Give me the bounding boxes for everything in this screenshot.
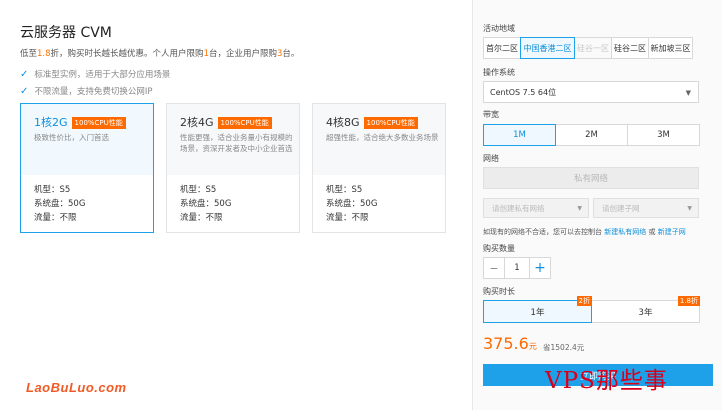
vpc-placeholder: 请创建私有网络 bbox=[492, 203, 545, 213]
network-note: 如现有的网络不合适，您可以去控制台 新建私有网络 或 新建子网 bbox=[483, 227, 686, 237]
duration-3-year[interactable]: 3年 1.8折 bbox=[591, 296, 700, 323]
card-header: 2核4G 100%CPU性能 性能更强，适合业务量小有规模的场景，资深开发者及中小… bbox=[167, 104, 299, 175]
bandwidth-2m[interactable]: 2M bbox=[555, 124, 628, 146]
spec-model: 机型：S5 bbox=[326, 185, 363, 195]
os-value: CentOS 7.5 64位 bbox=[490, 87, 557, 97]
network-note-text: 如现有的网络不合适，您可以去控制台 bbox=[483, 228, 602, 236]
feature-text: 不限流量，支持免费切换公网IP bbox=[34, 87, 153, 97]
increment-button[interactable]: + bbox=[529, 257, 551, 279]
watermark-vps: VPS那些事 bbox=[545, 368, 668, 394]
os-select[interactable]: CentOS 7.5 64位 ▼ bbox=[483, 81, 699, 103]
network-label: 网络 bbox=[483, 154, 499, 163]
spec-traffic: 流量：不限 bbox=[34, 213, 77, 223]
cpu-badge: 100%CPU性能 bbox=[217, 117, 272, 129]
quantity-label: 购买数量 bbox=[483, 244, 515, 253]
product-panel: 云服务器 CVM 低至1.8折，购买时长越长越优惠。个人用户限购1台，企业用户限… bbox=[0, 0, 472, 410]
region-singapore-3[interactable]: 新加坡三区 bbox=[648, 37, 693, 59]
intro-suffix: 台。 bbox=[282, 49, 300, 59]
decrement-button[interactable]: − bbox=[483, 257, 505, 279]
plan-card-1c2g[interactable]: 1核2G 100%CPU性能 极致性价比，入门首选 机型：S5 系统盘：50G 流… bbox=[20, 103, 154, 233]
cpu-badge: 100%CPU性能 bbox=[71, 117, 126, 129]
caret-down-icon: ▼ bbox=[685, 89, 691, 97]
quantity-input[interactable]: 1 bbox=[504, 257, 530, 279]
card-header: 4核8G 100%CPU性能 超强性能，适合绝大多数业务场景 bbox=[313, 104, 445, 175]
plan-name: 2核4G 100%CPU性能 bbox=[180, 114, 272, 130]
quantity-stepper: − 1 + bbox=[483, 257, 551, 279]
discount-tag: 2折 bbox=[576, 296, 592, 306]
promo-intro: 低至1.8折，购买时长越长越优惠。个人用户限购1台，企业用户限购3台。 bbox=[20, 47, 299, 59]
intro-mid: 折，购买时长越长越优惠。个人用户限购 bbox=[50, 49, 204, 59]
network-note-or: 或 bbox=[648, 228, 656, 236]
caret-down-icon: ▼ bbox=[577, 205, 582, 212]
plan-description: 超强性能，适合绝大多数业务场景 bbox=[326, 133, 439, 142]
spec-traffic: 流量：不限 bbox=[326, 213, 369, 223]
bandwidth-selector: 1M 2M 3M bbox=[483, 124, 700, 146]
check-icon: ✓ bbox=[20, 86, 29, 97]
region-seoul-2[interactable]: 首尔二区 bbox=[483, 37, 521, 59]
create-subnet-link[interactable]: 新建子网 bbox=[658, 228, 686, 236]
duration-label: 购买时长 bbox=[483, 287, 515, 296]
feature-item: ✓ 标准型实例，适用于大部分应用场景 bbox=[20, 68, 170, 80]
discount-tag: 1.8折 bbox=[677, 296, 700, 306]
intro-prefix: 低至 bbox=[20, 49, 38, 59]
spec-disk: 系统盘：50G bbox=[34, 199, 86, 209]
plan-name-text: 1核2G bbox=[34, 116, 68, 129]
spec-model: 机型：S5 bbox=[180, 185, 217, 195]
price: 375.6元 bbox=[483, 334, 537, 353]
subnet-placeholder: 请创建子网 bbox=[602, 203, 640, 213]
spec-model: 机型：S5 bbox=[34, 185, 71, 195]
feature-item: ✓ 不限流量，支持免费切换公网IP bbox=[20, 85, 153, 97]
plan-description: 性能更强，适合业务量小有规模的场景，资深开发者及中小企业首选 bbox=[180, 133, 293, 153]
watermark-laobuluo: LaoBuLuo.com bbox=[26, 380, 127, 395]
bandwidth-1m[interactable]: 1M bbox=[483, 124, 556, 146]
plan-name: 1核2G 100%CPU性能 bbox=[34, 114, 126, 130]
region-selector: 首尔二区 中国香港二区 硅谷一区 硅谷二区 新加坡三区 bbox=[483, 37, 693, 59]
spec-traffic: 流量：不限 bbox=[180, 213, 223, 223]
feature-text: 标准型实例，适用于大部分应用场景 bbox=[34, 70, 171, 80]
duration-selector: 1年 2折 3年 1.8折 bbox=[483, 296, 700, 323]
vpc-button: 私有网络 bbox=[483, 167, 699, 189]
vpc-select: 请创建私有网络 ▼ bbox=[483, 198, 589, 218]
cpu-badge: 100%CPU性能 bbox=[363, 117, 418, 129]
region-label: 活动地域 bbox=[483, 24, 515, 33]
plan-card-2c4g[interactable]: 2核4G 100%CPU性能 性能更强，适合业务量小有规模的场景，资深开发者及中小… bbox=[166, 103, 300, 233]
plan-name-text: 4核8G bbox=[326, 116, 360, 129]
card-header: 1核2G 100%CPU性能 极致性价比，入门首选 bbox=[21, 104, 153, 175]
bandwidth-label: 带宽 bbox=[483, 110, 499, 119]
intro-mid2: 台，企业用户限购 bbox=[208, 49, 277, 59]
duration-text: 3年 bbox=[638, 307, 653, 318]
caret-down-icon: ▼ bbox=[687, 205, 692, 212]
price-value: 375.6 bbox=[483, 334, 529, 353]
region-siliconvalley-2[interactable]: 硅谷二区 bbox=[611, 37, 649, 59]
price-unit: 元 bbox=[528, 342, 537, 351]
plan-name-text: 2核4G bbox=[180, 116, 214, 129]
plan-card-4c8g[interactable]: 4核8G 100%CPU性能 超强性能，适合绝大多数业务场景 机型：S5 系统盘：… bbox=[312, 103, 446, 233]
duration-text: 1年 bbox=[530, 307, 545, 318]
page-title: 云服务器 CVM bbox=[20, 25, 112, 41]
os-label: 操作系统 bbox=[483, 68, 515, 77]
plan-description: 极致性价比，入门首选 bbox=[34, 133, 109, 142]
savings-text: 省1502.4元 bbox=[543, 343, 585, 352]
intro-discount: 1.8 bbox=[37, 49, 51, 59]
duration-1-year[interactable]: 1年 2折 bbox=[483, 296, 592, 323]
check-icon: ✓ bbox=[20, 69, 29, 80]
region-siliconvalley-1: 硅谷一区 bbox=[574, 37, 612, 59]
spec-disk: 系统盘：50G bbox=[326, 199, 378, 209]
subnet-select: 请创建子网 ▼ bbox=[593, 198, 699, 218]
spec-disk: 系统盘：50G bbox=[180, 199, 232, 209]
bandwidth-3m[interactable]: 3M bbox=[627, 124, 700, 146]
plan-name: 4核8G 100%CPU性能 bbox=[326, 114, 418, 130]
region-hongkong-2[interactable]: 中国香港二区 bbox=[520, 37, 575, 59]
create-vpc-link[interactable]: 新建私有网络 bbox=[604, 228, 646, 236]
config-panel: 活动地域 首尔二区 中国香港二区 硅谷一区 硅谷二区 新加坡三区 操作系统 Ce… bbox=[472, 0, 722, 410]
